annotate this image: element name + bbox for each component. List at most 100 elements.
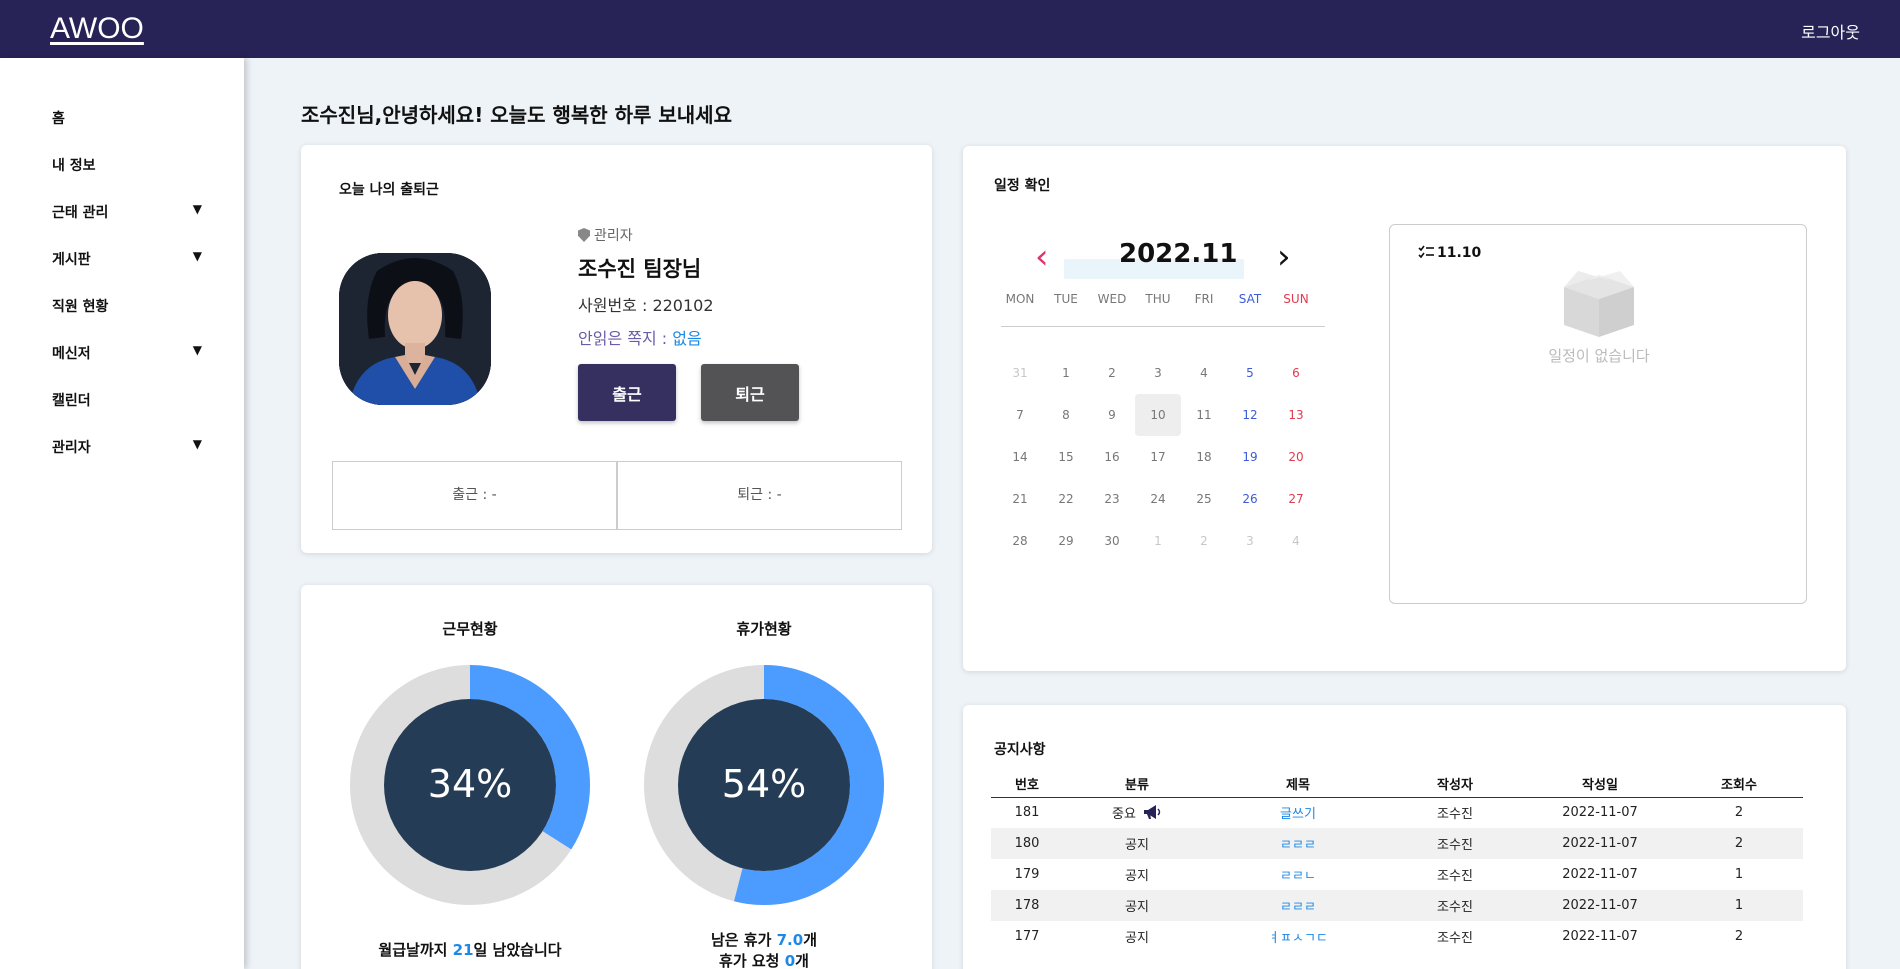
calendar-day[interactable]: 23 [1089, 478, 1135, 520]
chevron-left-icon[interactable]: ‹ [1035, 240, 1049, 274]
sidebar-item-label: 관리자 [52, 440, 91, 456]
logo[interactable]: AWOO [50, 12, 144, 46]
calendar-day[interactable]: 17 [1135, 436, 1181, 478]
payday-days: 21 [452, 941, 474, 959]
calendar-day[interactable]: 22 [1043, 478, 1089, 520]
calendar-month: 2022.11 [1119, 239, 1238, 269]
calendar-day-today[interactable]: 10 [1135, 394, 1181, 436]
unread-messages: 안읽은 쪽지 : 없음 [578, 325, 702, 349]
portrait-image [339, 253, 491, 405]
column-header: 작성일 [1525, 771, 1675, 798]
calendar-day[interactable]: 7 [997, 394, 1043, 436]
top-bar: AWOO 로그아웃 [0, 0, 1900, 58]
table-cell: 조수진 [1385, 890, 1525, 921]
chevron-right-icon[interactable]: › [1277, 240, 1291, 274]
sidebar: 홈 내 정보 근태 관리 ▼ 게시판 ▼ 직원 현황 메신저 ▼ 캘린더 관리자… [0, 58, 244, 969]
checklist-icon [1418, 245, 1434, 259]
weekday-label: TUE [1054, 292, 1078, 306]
sidebar-item-messenger[interactable]: 메신저 ▼ [52, 343, 202, 373]
leave-status-title: 휴가현황 [736, 620, 792, 638]
sidebar-item-admin[interactable]: 관리자 ▼ [52, 437, 202, 467]
calendar-day[interactable]: 16 [1089, 436, 1135, 478]
table-cell: 2022-11-07 [1525, 828, 1675, 859]
table-cell: 조수진 [1437, 931, 1473, 946]
checkout-time: 퇴근 : - [617, 461, 902, 530]
table-row[interactable]: 178 공지 ㄹㄹㄹ 조수진 2022-11-07 1 [991, 890, 1803, 921]
calendar-day[interactable]: 15 [1043, 436, 1089, 478]
calendar-day[interactable]: 3 [1227, 520, 1273, 562]
table-cell: 177 [1014, 929, 1040, 944]
table-header-row: 번호 분류 제목 작성자 작성일 조회수 [991, 771, 1803, 798]
calendar-divider [1001, 326, 1325, 327]
remaining-leave: 남은 휴가 7.0개 [710, 931, 818, 949]
sidebar-item-calendar[interactable]: 캘린더 [52, 390, 202, 420]
weekday-label: MON [1005, 292, 1035, 306]
calendar-day[interactable]: 4 [1273, 520, 1319, 562]
calendar-day[interactable]: 9 [1089, 394, 1135, 436]
sidebar-item-label: 게시판 [52, 252, 91, 268]
calendar-day[interactable]: 30 [1089, 520, 1135, 562]
remaining-leave-count: 7.0 [776, 931, 804, 949]
sidebar-item-label: 홈 [52, 111, 65, 127]
sidebar-item-attendance[interactable]: 근태 관리 ▼ [52, 202, 202, 232]
calendar-day[interactable]: 28 [997, 520, 1043, 562]
table-cell[interactable]: ㅕㅍㅅㄱㄷ [1211, 921, 1385, 952]
calendar-day[interactable]: 5 [1227, 352, 1273, 394]
table-row[interactable]: 179 공지 ㄹㄹㄴ 조수진 2022-11-07 1 [991, 859, 1803, 890]
calendar-day[interactable]: 12 [1227, 394, 1273, 436]
calendar-day[interactable]: 27 [1273, 478, 1319, 520]
employee-number: 사원번호 : 220102 [578, 296, 714, 315]
calendar-day[interactable]: 20 [1273, 436, 1319, 478]
calendar-day[interactable]: 29 [1043, 520, 1089, 562]
table-row[interactable]: 181 중요 글쓰기 조수진 2022-11-07 2 [991, 797, 1803, 828]
calendar-day[interactable]: 25 [1181, 478, 1227, 520]
checkin-button[interactable]: 출근 [578, 364, 676, 421]
calendar-day[interactable]: 11 [1181, 394, 1227, 436]
schedule-card: 일정 확인 ‹ 2022.11 › MON TUE WED THU FRI SAT SUN … [963, 146, 1846, 671]
sidebar-item-label: 근태 관리 [52, 205, 109, 221]
calendar-day[interactable]: 2 [1181, 520, 1227, 562]
attendance-title: 오늘 나의 출퇴근 [339, 182, 439, 198]
calendar-day[interactable]: 24 [1135, 478, 1181, 520]
weekday-label: THU [1145, 292, 1171, 306]
table-cell: 조수진 [1437, 807, 1473, 823]
table-cell: 2 [1675, 828, 1803, 859]
table-row[interactable]: 177 공지 ㅕㅍㅅㄱㄷ 조수진 2022-11-07 2 [991, 921, 1803, 952]
table-cell[interactable]: ㄹㄹㄹ [1211, 890, 1385, 921]
table-cell[interactable]: ㄹㄹㄹ [1211, 828, 1385, 859]
sidebar-item-staff[interactable]: 직원 현황 [52, 296, 202, 326]
category-label: 중요 [1112, 807, 1136, 823]
work-percent-label: 34% [427, 762, 513, 806]
calendar-day[interactable]: 1 [1043, 352, 1089, 394]
calendar-day[interactable]: 8 [1043, 394, 1089, 436]
table-cell: 2 [1734, 805, 1744, 821]
role-label: 관리자 [594, 228, 633, 244]
sidebar-item-label: 메신저 [52, 346, 91, 362]
checkout-button[interactable]: 퇴근 [701, 364, 799, 421]
unread-value[interactable]: 없음 [672, 329, 701, 348]
calendar-day[interactable]: 4 [1181, 352, 1227, 394]
calendar-day[interactable]: 21 [997, 478, 1043, 520]
leave-percent-label: 54% [721, 762, 807, 806]
calendar-day[interactable]: 18 [1181, 436, 1227, 478]
calendar-day[interactable]: 13 [1273, 394, 1319, 436]
table-cell[interactable]: ㄹㄹㄴ [1211, 859, 1385, 890]
sidebar-item-my-info[interactable]: 내 정보 [52, 155, 202, 185]
logout-button[interactable]: 로그아웃 [1801, 19, 1860, 43]
sidebar-item-board[interactable]: 게시판 ▼ [52, 249, 202, 279]
table-row[interactable]: 180 공지 ㄹㄹㄹ 조수진 2022-11-07 2 [991, 828, 1803, 859]
calendar-day[interactable]: 31 [997, 352, 1043, 394]
calendar-day[interactable]: 14 [997, 436, 1043, 478]
calendar-day[interactable]: 19 [1227, 436, 1273, 478]
calendar-day[interactable]: 2 [1089, 352, 1135, 394]
notice-card: 공지사항 번호 분류 제목 작성자 작성일 조회수 181 중요 글쓰기 조수진 202… [963, 705, 1846, 969]
calendar-day[interactable]: 6 [1273, 352, 1319, 394]
payday-countdown: 월급날까지 21일 남았습니다 [378, 941, 562, 959]
calendar-day[interactable]: 3 [1135, 352, 1181, 394]
calendar-day[interactable]: 1 [1135, 520, 1181, 562]
table-cell: 공지 [1125, 931, 1149, 946]
calendar-day[interactable]: 26 [1227, 478, 1273, 520]
table-cell[interactable]: 글쓰기 [1211, 797, 1385, 828]
sidebar-item-home[interactable]: 홈 [52, 108, 202, 138]
table-cell: 조수진 [1385, 828, 1525, 859]
